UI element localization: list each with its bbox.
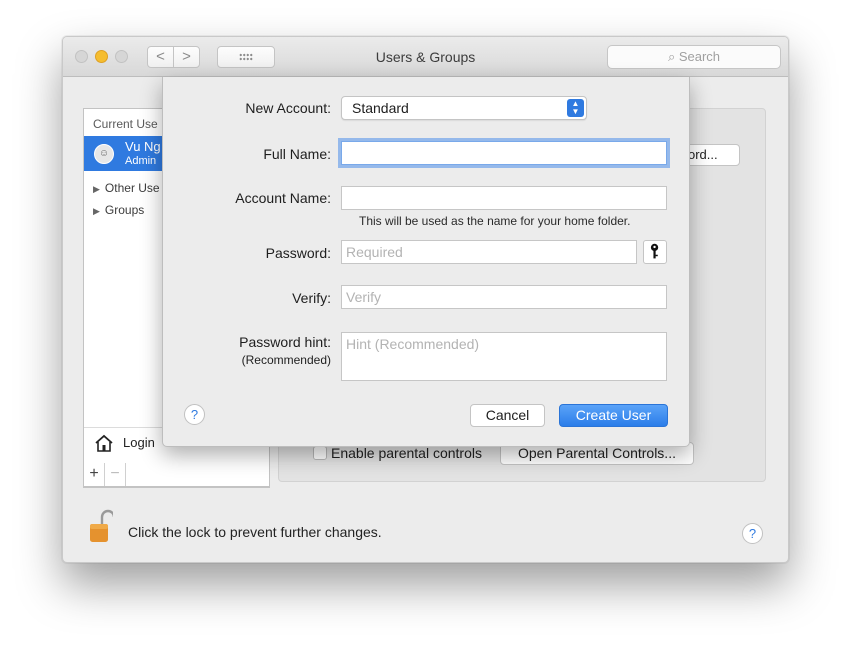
login-options-label: Login xyxy=(123,435,155,450)
enable-parental-controls-label: Enable parental controls xyxy=(331,445,482,461)
account-name-label: Account Name: xyxy=(235,190,331,206)
help-button[interactable]: ? xyxy=(742,523,763,544)
password-hint-label: Password hint: xyxy=(239,334,331,350)
password-field[interactable]: Required xyxy=(341,240,637,264)
password-hint-field[interactable]: Hint (Recommended) xyxy=(341,332,667,381)
account-type-popup[interactable]: Standard ▲ ▼ xyxy=(341,96,587,120)
new-account-sheet: New Account: Standard ▲ ▼ Full Name: Acco… xyxy=(162,77,690,447)
add-user-button[interactable]: + xyxy=(84,463,105,486)
full-name-field[interactable] xyxy=(341,141,667,165)
verify-field[interactable]: Verify xyxy=(341,285,667,309)
sidebar-item-other-users[interactable]: ▶ Other Use xyxy=(93,181,160,195)
sidebar-item-groups[interactable]: ▶ Groups xyxy=(93,203,144,217)
chevron-up-down-icon: ▲ ▼ xyxy=(567,99,584,117)
user-name: Vu Ng xyxy=(125,139,161,154)
user-role: Admin xyxy=(125,155,157,167)
lock-icon[interactable] xyxy=(89,509,113,543)
lock-status-text: Click the lock to prevent further change… xyxy=(128,524,382,540)
remove-user-button[interactable]: − xyxy=(105,463,126,486)
password-label: Password: xyxy=(265,245,331,261)
sidebar-item-label: Groups xyxy=(104,203,145,217)
add-remove-bar: + − xyxy=(83,463,270,487)
cancel-button[interactable]: Cancel xyxy=(470,404,545,427)
password-assistant-button[interactable] xyxy=(643,240,667,264)
search-placeholder: Search xyxy=(678,49,721,64)
title-bar: < > Users & Groups ⌕ Search xyxy=(63,37,788,77)
enable-parental-controls-checkbox[interactable] xyxy=(313,446,327,460)
create-user-button[interactable]: Create User xyxy=(559,404,668,427)
full-name-label: Full Name: xyxy=(263,146,331,162)
triangle-right-icon: ▶ xyxy=(93,184,100,194)
password-placeholder: Required xyxy=(346,244,403,260)
verify-placeholder: Verify xyxy=(346,289,382,305)
triangle-right-icon: ▶ xyxy=(93,206,100,216)
sidebar-item-label: Other Use xyxy=(104,181,160,195)
new-account-label: New Account: xyxy=(245,100,331,116)
password-hint-sublabel: (Recommended) xyxy=(241,353,331,367)
account-name-field[interactable] xyxy=(341,186,667,210)
search-icon: ⌕ xyxy=(667,49,679,64)
key-icon xyxy=(650,243,659,259)
verify-label: Verify: xyxy=(292,290,331,306)
sheet-help-button[interactable]: ? xyxy=(184,404,205,425)
house-icon xyxy=(95,434,113,452)
sidebar-header: Current Use xyxy=(93,117,158,131)
account-name-hint: This will be used as the name for your h… xyxy=(359,214,631,228)
avatar: ☺ xyxy=(94,144,114,164)
search-field[interactable]: ⌕ Search xyxy=(607,45,781,69)
password-hint-placeholder: Hint (Recommended) xyxy=(346,336,480,352)
account-type-value: Standard xyxy=(352,100,409,116)
